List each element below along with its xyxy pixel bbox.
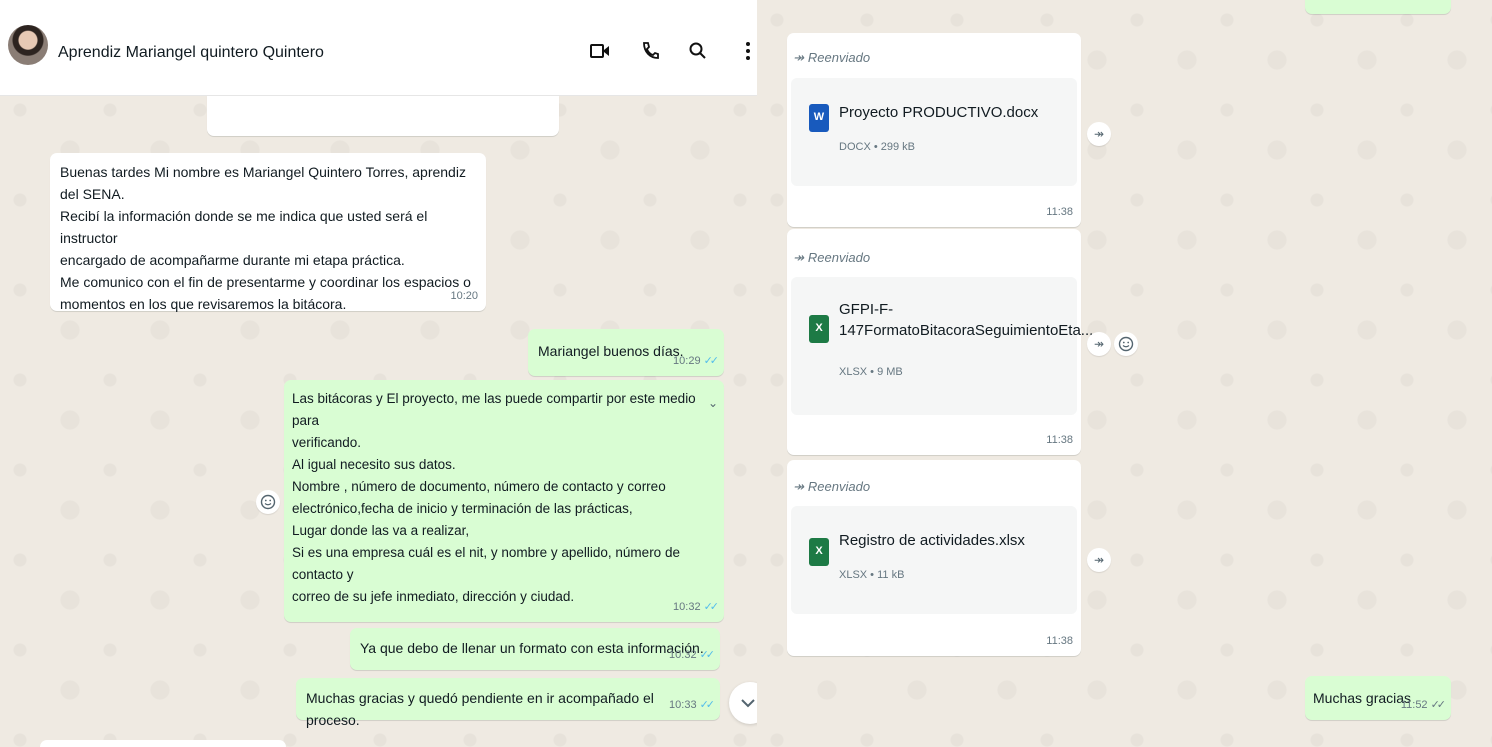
word-file-icon: W	[809, 104, 829, 132]
message-outgoing[interactable]: Muchas gracias 11:52 ✓✓	[1305, 676, 1451, 720]
chat-pane-right: ↠ Reenviado W Proyecto PRODUCTIVO.docx DO…	[757, 0, 1492, 747]
search-icon[interactable]	[686, 39, 710, 63]
message-incoming[interactable]: Buenas tardes Mi nombre es Mariangel Qui…	[50, 153, 486, 312]
chevron-down-icon[interactable]: ⌄	[708, 392, 718, 414]
message-time: 11:52	[1400, 699, 1428, 711]
message-text: Buenas tardes Mi nombre es Mariangel Qui…	[60, 164, 471, 312]
forwarded-label: ↠ Reenviado	[793, 476, 870, 498]
message-time: 10:33	[669, 699, 697, 711]
message-time: 11:38	[1046, 434, 1073, 446]
message-time: 10:29	[673, 355, 701, 367]
forwarded-text: Reenviado	[807, 250, 871, 265]
message-outgoing[interactable]: Muchas gracias y quedó pendiente en ir a…	[296, 678, 720, 728]
forwarded-icon: ↠	[793, 250, 804, 265]
message-time: 10:32	[673, 601, 701, 613]
document-name: GFPI-F- 147FormatoBitacoraSeguimientoEta…	[839, 301, 1094, 339]
message-meta: 11:38	[1046, 630, 1073, 652]
menu-icon[interactable]	[736, 39, 757, 63]
message-outgoing[interactable]: Ya que debo de llenar un formato con est…	[350, 628, 720, 670]
document-name: Registro de actividades.xlsx	[839, 532, 1025, 549]
message-bubble-partial	[207, 96, 559, 136]
double-check-icon: ✓✓	[699, 649, 716, 661]
message-meta: 10:32 ✓✓	[669, 644, 716, 666]
avatar[interactable]	[8, 25, 48, 65]
message-text: Las bitácoras y El proyecto, me las pued…	[292, 391, 696, 604]
message-bubble-partial	[1305, 0, 1451, 14]
message-meta: 11:38	[1046, 201, 1073, 223]
double-check-icon: ✓✓	[703, 355, 720, 367]
forward-icon[interactable]: ↠	[1087, 332, 1111, 356]
message-outgoing[interactable]: Mariangel buenos días. 10:29 ✓✓	[528, 329, 724, 376]
forwarded-document-message[interactable]: ↠ Reenviado X GFPI-F- 147FormatoBitacoraS…	[787, 229, 1093, 455]
document-info: XLSX • 11 kB	[839, 569, 905, 581]
double-check-icon: ✓✓	[1430, 699, 1447, 711]
chevron-down-icon	[741, 699, 755, 708]
chat-header: Aprendiz Mariangel quintero Quintero	[0, 0, 757, 96]
message-time: 11:38	[1046, 635, 1073, 647]
emoji-reaction-icon[interactable]	[256, 490, 280, 514]
forward-icon[interactable]: ↠	[1087, 548, 1111, 572]
double-check-icon: ✓✓	[703, 601, 720, 613]
message-outgoing[interactable]: Las bitácoras y El proyecto, me las pued…	[284, 380, 724, 622]
forwarded-label: ↠ Reenviado	[793, 247, 870, 269]
forwarded-text: Reenviado	[807, 50, 871, 65]
message-time: 11:38	[1046, 206, 1073, 218]
forwarded-document-message[interactable]: ↠ Reenviado X Registro de actividades.xls…	[787, 460, 1081, 656]
message-text: Ya que debo de llenar un formato con est…	[360, 640, 704, 656]
forwarded-text: Reenviado	[807, 479, 871, 494]
forward-icon[interactable]: ↠	[1087, 122, 1111, 146]
message-text: Muchas gracias y quedó pendiente en ir a…	[306, 690, 654, 728]
message-time: 10:32	[669, 649, 697, 661]
forwarded-label: ↠ Reenviado	[793, 47, 870, 69]
document-card[interactable]: W Proyecto PRODUCTIVO.docx DOCX • 299 kB	[791, 78, 1077, 186]
voice-call-icon[interactable]	[638, 39, 662, 63]
emoji-reaction-icon[interactable]	[1114, 332, 1138, 356]
contact-name[interactable]: Aprendiz Mariangel quintero Quintero	[58, 44, 324, 62]
document-card[interactable]: X GFPI-F- 147FormatoBitacoraSeguimientoE…	[791, 277, 1093, 415]
chat-pane-left: Aprendiz Mariangel quintero Quintero Bue…	[0, 0, 757, 747]
message-meta: 10:20	[450, 285, 478, 307]
excel-file-icon: X	[809, 315, 829, 343]
message-meta: 11:38	[1046, 429, 1073, 451]
forwarded-document-message[interactable]: ↠ Reenviado W Proyecto PRODUCTIVO.docx DO…	[787, 33, 1081, 227]
scroll-to-bottom-button[interactable]	[729, 682, 757, 724]
message-meta: 10:33 ✓✓	[669, 694, 716, 716]
message-bubble-partial	[40, 740, 286, 747]
video-call-icon[interactable]	[588, 39, 612, 63]
message-meta: 10:32 ✓✓	[673, 596, 720, 618]
excel-file-icon: X	[809, 538, 829, 566]
message-meta: 11:52 ✓✓	[1400, 694, 1447, 716]
document-card[interactable]: X Registro de actividades.xlsx XLSX • 11…	[791, 506, 1077, 614]
document-info: DOCX • 299 kB	[839, 141, 915, 153]
double-check-icon: ✓✓	[699, 699, 716, 711]
forwarded-icon: ↠	[793, 479, 804, 494]
message-meta: 10:29 ✓✓	[673, 350, 720, 372]
document-name: Proyecto PRODUCTIVO.docx	[839, 104, 1039, 121]
document-info: XLSX • 9 MB	[839, 366, 903, 378]
forwarded-icon: ↠	[793, 50, 804, 65]
message-time: 10:20	[450, 290, 478, 302]
